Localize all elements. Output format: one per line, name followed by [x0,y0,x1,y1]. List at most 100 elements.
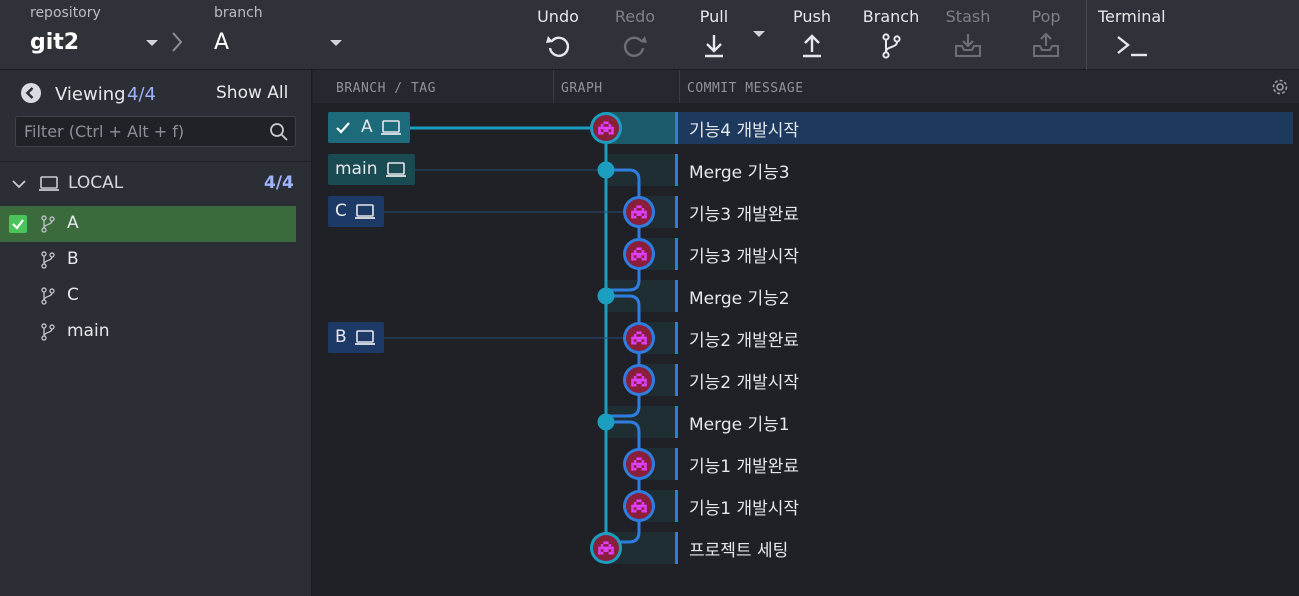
chevron-down-icon[interactable] [11,176,27,192]
repository-dropdown-icon[interactable] [146,40,158,46]
local-section-header[interactable]: LOCAL 4/4 [0,168,311,200]
sidebar-branch-C[interactable]: C [0,278,296,314]
merge-commit-node[interactable] [597,287,615,305]
avatar-pixel [631,339,634,342]
avatar-pixel [636,462,639,466]
avatar-pixel [606,121,609,125]
avatar-pixel [639,252,642,256]
pull-label: Pull [699,7,729,26]
pull-button[interactable]: Pull [686,0,742,70]
avatar-pixel [633,257,637,261]
avatar-pixel [636,213,639,216]
push-button[interactable]: Push [784,0,840,70]
commit-message[interactable]: Merge 기능1 [689,410,790,435]
commit-message[interactable]: 기능3 개발완료 [689,200,799,225]
avatar-pixel [636,247,639,251]
branch-tag-C[interactable]: C [328,196,384,227]
stash-icon [955,34,981,57]
avatar-pixel [639,336,642,340]
commit-row-marker [675,490,678,522]
avatar-pixel [631,462,634,466]
avatar-pixel [636,381,639,384]
sidebar-branch-main[interactable]: main [0,314,296,350]
avatar-pixel [631,341,634,345]
branch-icon [41,251,55,269]
avatar-pixel [608,544,612,547]
avatar-pixel [631,215,634,219]
branch-icon [41,323,55,341]
avatar-pixel [631,255,634,258]
sidebar-branch-A[interactable]: A [0,206,296,242]
avatar-pixel [639,378,642,382]
column-header-row: BRANCH / TAG GRAPH COMMIT MESSAGE [313,70,1299,103]
graph-column-header[interactable]: GRAPH [561,81,603,96]
redo-button[interactable]: Redo [607,0,663,70]
avatar-pixel [636,373,639,377]
pull-icon [705,35,723,58]
commit-row-marker [675,196,678,228]
pull-options-icon[interactable] [753,31,765,37]
undo-label: Undo [537,7,579,26]
branch-button[interactable]: Branch [858,0,924,70]
repository-label: repository [30,5,101,21]
branch-selector[interactable]: A [214,30,229,55]
filter-input[interactable] [16,117,266,146]
avatar-pixel [631,465,634,468]
back-icon[interactable] [21,83,41,103]
avatar-pixel [600,551,604,555]
gear-icon[interactable] [1271,78,1289,96]
commit-message[interactable]: Merge 기능2 [689,284,790,309]
avatar-pixel [639,205,642,209]
branch-tag-name: C [335,201,347,221]
column-separator[interactable] [553,70,554,103]
toolbar: repository git2 branch A Undo Redo Pull … [0,0,1299,70]
avatar-pixel [641,341,645,345]
undo-button[interactable]: Undo [530,0,586,70]
avatar-pixel [644,215,647,219]
show-all-button[interactable]: Show All [216,83,288,103]
search-icon[interactable] [269,122,289,142]
avatar-pixel [636,465,639,468]
branch-tag-B[interactable]: B [328,322,384,353]
avatar-pixel [603,129,606,132]
avatar-pixel [633,502,637,505]
avatar-pixel [600,126,604,130]
commit-message-column-header[interactable]: COMMIT MESSAGE [687,81,804,96]
branch-dropdown-icon[interactable] [330,40,342,46]
branch-tag-A[interactable]: A [328,112,410,143]
merge-commit-node[interactable] [597,161,615,179]
stash-button[interactable]: Stash [940,0,996,70]
avatar-pixel [641,334,645,337]
avatar-pixel [598,549,601,552]
commit-message[interactable]: Merge 기능3 [689,158,790,183]
column-separator[interactable] [679,70,680,103]
sidebar-branch-B[interactable]: B [0,242,296,278]
repository-selector[interactable]: git2 [30,30,79,55]
avatar-pixel [644,257,647,261]
pop-button[interactable]: Pop [1018,0,1074,70]
commit-message[interactable]: 기능3 개발시작 [689,242,799,267]
avatar-pixel [639,210,642,214]
avatar-pixel [644,255,647,258]
commit-message[interactable]: 기능2 개발완료 [689,326,799,351]
branch-tag-column-header[interactable]: BRANCH / TAG [336,81,436,96]
commit-message[interactable]: 기능1 개발완료 [689,452,799,477]
terminal-button[interactable]: Terminal [1098,0,1170,70]
commit-message[interactable]: 기능1 개발시작 [689,494,799,519]
avatar-pixel [611,549,614,552]
avatar-pixel [600,546,604,550]
avatar-pixel [631,507,634,510]
avatar-pixel [636,457,639,461]
avatar-pixel [644,336,647,340]
redo-label: Redo [614,7,656,26]
avatar-pixel [603,549,606,552]
branch-tag-main[interactable]: main [328,154,415,185]
commit-message[interactable]: 기능2 개발시작 [689,368,799,393]
redo-icon [623,36,647,57]
commit-message[interactable]: 기능4 개발시작 [689,116,799,141]
avatar-pixel [631,213,634,216]
avatar-pixel [639,255,642,258]
branch-name: main [67,321,110,341]
merge-commit-node[interactable] [597,413,615,431]
commit-message[interactable]: 프로젝트 세팅 [689,536,788,561]
